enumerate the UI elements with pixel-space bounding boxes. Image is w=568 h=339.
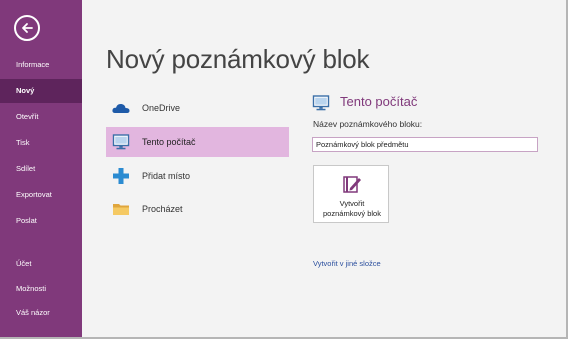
create-in-other-folder-link[interactable]: Vytvořit v jiné složce (313, 259, 381, 268)
sidebar-item-sdilet[interactable]: Sdílet (0, 157, 82, 181)
notebook-icon (343, 176, 361, 193)
location-label: OneDrive (142, 103, 181, 113)
sidebar-item-otevrit[interactable]: Otevřít (0, 105, 82, 129)
location-onedrive[interactable]: OneDrive (106, 93, 289, 123)
location-prochazet[interactable]: Procházet (106, 194, 289, 224)
backstage-window: Informace Nový Otevřít Tisk Sdílet Expor… (0, 0, 566, 337)
location-tento-pocitac[interactable]: Tento počítač (106, 127, 289, 157)
location-label: Procházet (142, 204, 183, 214)
panel-title: Tento počítač (340, 94, 418, 109)
sidebar-item-ucet[interactable]: Účet (0, 252, 82, 276)
sidebar-item-vas-nazor[interactable]: Váš názor (0, 301, 82, 325)
create-button-line2: poznámkový blok (323, 209, 381, 218)
create-button-line1: Vytvořit (339, 199, 365, 208)
backstage-sidebar: Informace Nový Otevřít Tisk Sdílet Expor… (0, 0, 82, 337)
sidebar-item-poslat[interactable]: Poslat (0, 209, 82, 233)
folder-icon (113, 204, 129, 215)
computer-icon (112, 134, 130, 150)
sidebar-item-informace[interactable]: Informace (0, 53, 82, 77)
sidebar-item-exportovat[interactable]: Exportovat (0, 183, 82, 207)
sidebar-item-tisk[interactable]: Tisk (0, 131, 82, 155)
sidebar-item-moznosti[interactable]: Možnosti (0, 277, 82, 301)
back-arrow-icon (22, 23, 33, 33)
notebook-name-input[interactable] (312, 137, 538, 152)
notebook-name-label: Název poznámkového bloku: (313, 119, 423, 129)
create-notebook-button[interactable]: Vytvořit poznámkový blok (313, 165, 389, 223)
sidebar-item-novy[interactable]: Nový (0, 79, 82, 103)
plus-icon (113, 168, 129, 184)
location-label: Tento počítač (142, 137, 196, 147)
back-button[interactable] (14, 15, 40, 41)
location-label: Přidat místo (142, 171, 191, 181)
create-button-label: Vytvořit poznámkový blok (314, 199, 390, 219)
computer-icon (312, 95, 330, 111)
location-pridat-misto[interactable]: Přidat místo (106, 161, 289, 191)
page-title: Nový poznámkový blok (106, 44, 370, 74)
cloud-icon (112, 103, 130, 113)
